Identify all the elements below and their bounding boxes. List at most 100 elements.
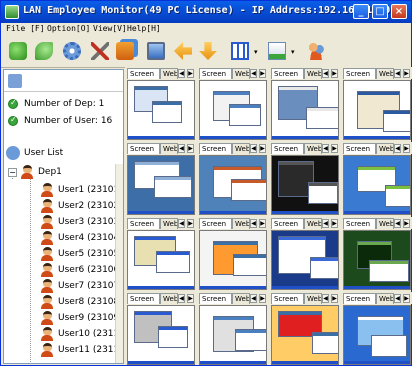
back-button[interactable] <box>171 39 195 63</box>
tree-dept[interactable]: Dep1 <box>20 165 62 181</box>
sidebar-scrollbar[interactable] <box>115 164 123 363</box>
tools-button[interactable] <box>88 39 112 63</box>
tab-screen[interactable]: Screen <box>271 293 304 304</box>
tab-scroll-left[interactable]: ◀ <box>250 69 257 78</box>
tab-scroll-right[interactable]: ▶ <box>331 219 338 228</box>
tab-scroll-left[interactable]: ◀ <box>250 219 257 228</box>
tab-scroll-right[interactable]: ▶ <box>187 144 194 153</box>
monitor-cell[interactable]: Screen Web ◀ ▶ <box>270 292 340 366</box>
screen-thumbnail[interactable] <box>127 80 195 140</box>
tab-web[interactable]: Web <box>304 218 322 229</box>
tab-screen[interactable]: Screen <box>343 68 376 79</box>
tab-screen[interactable]: Screen <box>271 143 304 154</box>
monitor-cell[interactable]: Screen Web ◀ ▶ <box>342 217 412 291</box>
tree-user[interactable]: User1 (23101) <box>40 183 123 199</box>
tab-web[interactable]: Web <box>304 293 322 304</box>
tab-screen[interactable]: Screen <box>127 143 160 154</box>
tab-web[interactable]: Web <box>160 143 178 154</box>
screen-thumbnail[interactable] <box>271 305 339 365</box>
tab-web[interactable]: Web <box>160 293 178 304</box>
settings-button[interactable] <box>60 39 84 63</box>
grid-dropdown-arrow[interactable]: ▾ <box>254 48 261 56</box>
screen-button[interactable] <box>144 39 168 63</box>
tab-scroll-left[interactable]: ◀ <box>178 294 185 303</box>
monitor-cell[interactable]: Screen Web ◀ ▶ <box>342 67 412 141</box>
tab-scroll-right[interactable]: ▶ <box>403 69 410 78</box>
tab-scroll-right[interactable]: ▶ <box>403 144 410 153</box>
screen-thumbnail[interactable] <box>199 155 267 215</box>
tab-scroll-right[interactable]: ▶ <box>331 144 338 153</box>
monitor-cell[interactable]: Screen Web ◀ ▶ <box>342 142 412 216</box>
people-button[interactable] <box>304 39 328 63</box>
menu-view[interactable]: View[V] <box>93 24 127 33</box>
tab-screen[interactable]: Screen <box>343 218 376 229</box>
tab-web[interactable]: Web <box>232 143 250 154</box>
monitor-cell[interactable]: Screen Web ◀ ▶ <box>198 67 268 141</box>
screen-thumbnail[interactable] <box>199 80 267 140</box>
tab-web[interactable]: Web <box>376 68 394 79</box>
tab-screen[interactable]: Screen <box>199 218 232 229</box>
down-button[interactable] <box>196 39 220 63</box>
tab-web[interactable]: Web <box>376 218 394 229</box>
monitor-cell[interactable]: Screen Web ◀ ▶ <box>126 217 196 291</box>
tab-web[interactable]: Web <box>232 293 250 304</box>
tab-screen[interactable]: Screen <box>199 293 232 304</box>
menu-file[interactable]: File [F] <box>6 24 45 33</box>
tab-scroll-right[interactable]: ▶ <box>187 219 194 228</box>
tab-screen[interactable]: Screen <box>127 218 160 229</box>
tab-scroll-left[interactable]: ◀ <box>322 219 329 228</box>
tab-scroll-right[interactable]: ▶ <box>187 294 194 303</box>
tab-web[interactable]: Web <box>232 68 250 79</box>
export-dropdown-arrow[interactable]: ▾ <box>291 48 298 56</box>
tree-user[interactable]: User2 (23102) <box>40 199 123 215</box>
applications-button[interactable] <box>113 39 137 63</box>
maximize-button[interactable]: □ <box>372 4 388 19</box>
tree-user[interactable]: User10 (23110) <box>40 327 123 343</box>
menu-help[interactable]: Help[H] <box>127 24 161 33</box>
screen-thumbnail[interactable] <box>343 80 411 140</box>
tab-scroll-left[interactable]: ◀ <box>322 69 329 78</box>
title-bar[interactable]: LAN Employee Monitor(49 PC License) - IP… <box>1 1 411 23</box>
tab-scroll-left[interactable]: ◀ <box>178 219 185 228</box>
tab-scroll-right[interactable]: ▶ <box>259 69 266 78</box>
monitor-cell[interactable]: Screen Web ◀ ▶ <box>198 217 268 291</box>
screen-thumbnail[interactable] <box>127 155 195 215</box>
screen-thumbnail[interactable] <box>127 305 195 365</box>
tab-web[interactable]: Web <box>232 218 250 229</box>
menu-option[interactable]: Option[O] <box>47 24 90 33</box>
tab-screen[interactable]: Screen <box>127 68 160 79</box>
tab-screen[interactable]: Screen <box>271 68 304 79</box>
tree-user[interactable]: User6 (23106) <box>40 263 123 279</box>
tree-user[interactable]: User3 (23103) <box>40 215 123 231</box>
tab-scroll-right[interactable]: ▶ <box>403 294 410 303</box>
tab-scroll-right[interactable]: ▶ <box>259 294 266 303</box>
tab-scroll-left[interactable]: ◀ <box>178 144 185 153</box>
screen-thumbnail[interactable] <box>271 230 339 290</box>
tab-scroll-left[interactable]: ◀ <box>394 294 401 303</box>
tab-scroll-left[interactable]: ◀ <box>250 144 257 153</box>
tab-screen[interactable]: Screen <box>343 293 376 304</box>
export-button[interactable] <box>265 39 289 63</box>
screen-thumbnail[interactable] <box>343 305 411 365</box>
screen-thumbnail[interactable] <box>343 230 411 290</box>
tab-screen[interactable]: Screen <box>199 68 232 79</box>
screen-thumbnail[interactable] <box>343 155 411 215</box>
tab-web[interactable]: Web <box>160 218 178 229</box>
monitor-cell[interactable]: Screen Web ◀ ▶ <box>126 67 196 141</box>
collapse-toggle[interactable]: − <box>8 168 17 177</box>
screen-thumbnail[interactable] <box>127 230 195 290</box>
tab-scroll-left[interactable]: ◀ <box>322 294 329 303</box>
tab-scroll-right[interactable]: ▶ <box>187 69 194 78</box>
tab-screen[interactable]: Screen <box>127 293 160 304</box>
tab-scroll-right[interactable]: ▶ <box>331 294 338 303</box>
tab-web[interactable]: Web <box>376 293 394 304</box>
screen-thumbnail[interactable] <box>199 230 267 290</box>
tab-web[interactable]: Web <box>304 143 322 154</box>
tree-user[interactable]: User8 (23108) <box>40 295 123 311</box>
tab-scroll-right[interactable]: ▶ <box>331 69 338 78</box>
monitor-cell[interactable]: Screen Web ◀ ▶ <box>126 142 196 216</box>
screen-thumbnail[interactable] <box>271 80 339 140</box>
grid-layout-button[interactable] <box>228 39 252 63</box>
monitor-cell[interactable]: Screen Web ◀ ▶ <box>198 292 268 366</box>
disconnect-button[interactable] <box>32 39 56 63</box>
